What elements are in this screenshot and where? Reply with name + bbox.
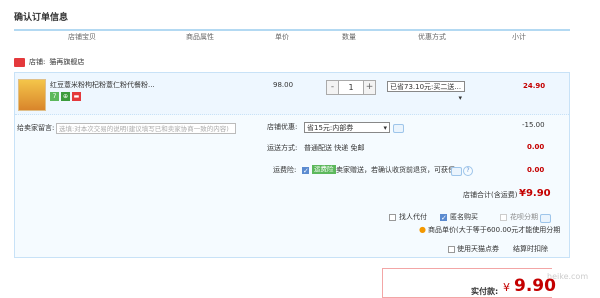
location-pin-icon: ● [419,225,426,234]
discount-select[interactable]: 已省73.10元:买二送... [387,81,465,92]
pay-label: 实付款: [471,287,499,296]
tmall-points-checkbox[interactable] [448,246,455,253]
seller-message-input[interactable]: 选填:对本次交易的说明(建议填写已和卖家协商一致的内容) [56,123,236,134]
insurance-chat-icon[interactable] [451,167,462,176]
chat-icon[interactable] [393,124,404,133]
shipping-value: 0.00 [527,143,545,151]
huabei-label[interactable]: 花呗分期 [510,213,538,222]
col-header-discount: 优惠方式 [418,33,446,41]
insurance-checkbox[interactable]: ✓ [302,167,309,175]
huabei-info-icon[interactable] [540,214,551,223]
col-header-attributes: 商品属性 [186,33,214,41]
insurance-label: 运费险: [273,166,297,174]
huabei-checkbox[interactable] [500,214,507,221]
watermark: heike.com [547,272,589,281]
product-name-link[interactable]: 红豆薏米粉枸杞粉薏仁粉代餐粉... [50,81,155,90]
insurance-tag: 运费险 [312,165,336,174]
insurance-value: 0.00 [527,166,545,174]
store-total-label: 店铺合计(含运费) [463,191,518,199]
col-header-subtotal: 小计 [512,33,526,41]
anonymous-checkbox[interactable]: ✓ [440,214,447,222]
store-discount-label: 店铺优惠: [267,123,298,131]
qty-minus-button[interactable]: - [327,81,338,94]
tmall-points-label[interactable]: 使用天猫点券 [457,245,499,254]
page-title: 确认订单信息 [14,13,69,23]
shipping-label: 运送方式: [267,144,298,152]
col-header-quantity: 数量 [342,33,356,41]
seven-day-return-icon[interactable]: 7 [50,92,59,101]
unit-price: 98.00 [273,81,294,89]
item-subtotal: 24.90 [523,82,546,90]
message-label: 给卖家留言: [17,124,55,132]
store-name-link[interactable]: 猫再旗舰店 [49,58,84,67]
qty-plus-button[interactable]: + [364,81,375,94]
store-prefix: 店铺: [29,58,46,66]
col-header-unit-price: 单价 [275,33,289,41]
guarantee-icon[interactable]: ⊕ [61,92,70,101]
store-discount-value: -15.00 [522,121,545,129]
flag-icon[interactable]: ▬ [72,92,81,101]
shipping-method: 普通配送 快递 免邮 [304,144,365,152]
goods-row [15,73,569,115]
anonymous-label[interactable]: 匿名购买 [450,213,478,222]
help-icon[interactable]: ? [463,166,473,176]
insurance-text: 卖家赠送，若确认收货前退货，可获保... [336,166,462,174]
quantity-stepper: - 1 + [326,80,376,95]
col-header-item: 店铺宝贝 [68,33,96,41]
pay-currency: ¥ [503,281,510,294]
installment-label: 结算时扣除 [513,245,548,253]
find-friend-label[interactable]: 找人代付 [399,213,427,222]
huabei-note: 商品单价(大于等于600.00元才能使用分期 [428,226,561,234]
product-thumbnail[interactable] [18,79,46,111]
store-discount-select[interactable]: 省15元:内部券 [304,122,390,133]
header-divider [14,29,570,31]
find-friend-checkbox[interactable] [389,214,396,221]
store-total-value: ¥9.90 [519,188,551,199]
store-row: 店铺: 猫再旗舰店 [14,58,84,67]
quantity-input[interactable]: 1 [338,81,364,94]
store-icon [14,58,25,67]
